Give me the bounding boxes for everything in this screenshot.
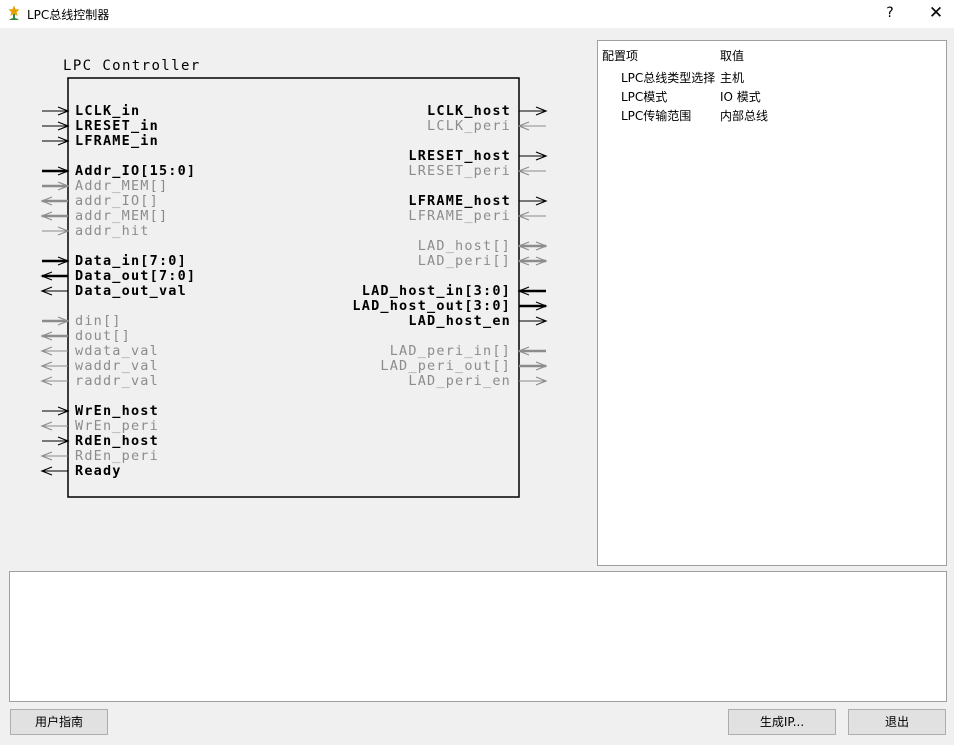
port-label: Addr_MEM[] [75, 178, 168, 194]
port-label: RdEn_host [75, 433, 159, 449]
port-label: Data_out[7:0] [75, 268, 196, 284]
port-label: LAD_peri_in[] [390, 343, 511, 359]
exit-button[interactable]: 退出 [848, 709, 946, 735]
property-value[interactable]: 内部总线 [720, 107, 768, 124]
port-addr-mem: Addr_MEM[] [42, 178, 168, 194]
port-label: wdata_val [75, 343, 159, 359]
port-raddr-val: raddr_val [40, 373, 159, 389]
port-lreset-host: LRESET_host [408, 148, 548, 164]
lpc-controller-diagram: LPC Controller LCLK_inLRESET_inLFRAME_in… [40, 58, 548, 498]
port-addr-io: Addr_IO[15:0] [42, 163, 196, 179]
port-lad-peri-out: LAD_peri_out[] [380, 358, 548, 374]
port-addr-hit: addr_hit [42, 223, 150, 239]
port-lad-peri: LAD_peri[] [418, 253, 548, 269]
port-label: LAD_host_en [408, 313, 511, 329]
port-label: waddr_val [75, 358, 159, 374]
port-label: Addr_IO[15:0] [75, 163, 196, 179]
port-label: LFRAME_peri [408, 208, 511, 224]
port-label: din[] [75, 313, 122, 329]
property-panel: 配置项 取值 LPC总线类型选择 主机 LPC模式 IO 模式 LPC传输范围 … [597, 40, 947, 566]
port-lad-peri-in: LAD_peri_in[] [390, 343, 546, 359]
port-label: LFRAME_in [75, 133, 159, 149]
port-lad-host-en: LAD_host_en [408, 313, 548, 329]
port-data-out-val: Data_out_val [40, 283, 187, 299]
port-lclk-host: LCLK_host [427, 103, 548, 119]
property-row[interactable]: LPC传输范围 内部总线 [598, 107, 946, 126]
port-label: LRESET_host [408, 148, 511, 164]
property-key: LPC模式 [621, 90, 668, 104]
property-header-value: 取值 [720, 49, 745, 63]
port-label: addr_MEM[] [75, 208, 168, 224]
port-label: Data_out_val [75, 283, 187, 299]
port-lclk-in: LCLK_in [42, 103, 140, 119]
port-label: RdEn_peri [75, 448, 159, 464]
right-ports: LCLK_hostLCLK_peri LRESET_hostLRESET_peri… [352, 103, 548, 389]
port-label: raddr_val [75, 373, 159, 389]
port-dout: dout[] [40, 328, 131, 344]
port-wren-peri: WrEn_peri [40, 418, 159, 434]
block-title: LPC Controller [63, 58, 201, 74]
port-addr-io: addr_IO[] [40, 193, 159, 209]
window-title: LPC总线控制器 [27, 8, 110, 22]
port-label: LAD_host[] [418, 238, 511, 254]
port-lad-host: LAD_host[] [418, 238, 548, 254]
port-rden-peri: RdEn_peri [40, 448, 159, 464]
port-label: LAD_peri_en [408, 373, 511, 389]
port-rden-host: RdEn_host [42, 433, 159, 449]
property-key: LPC总线类型选择 [621, 71, 716, 85]
port-label: WrEn_host [75, 403, 159, 419]
port-label: addr_IO[] [75, 193, 159, 209]
left-ports: LCLK_inLRESET_inLFRAME_in Addr_IO[15:0]Ad… [40, 103, 196, 479]
port-wdata-val: wdata_val [40, 343, 159, 359]
title-bar: LPC总线控制器 ? ✕ [0, 0, 954, 28]
port-label: Data_in[7:0] [75, 253, 187, 269]
port-lad-host-out: LAD_host_out[3:0] [352, 298, 548, 314]
close-button[interactable]: ✕ [922, 0, 950, 28]
port-lreset-in: LRESET_in [42, 118, 159, 134]
property-value[interactable]: 主机 [720, 69, 744, 86]
port-label: LCLK_peri [427, 118, 511, 134]
port-label: LRESET_peri [408, 163, 511, 179]
port-label: LCLK_host [427, 103, 511, 119]
port-lframe-host: LFRAME_host [408, 193, 548, 209]
log-output[interactable] [9, 571, 947, 702]
port-label: Ready [75, 463, 122, 479]
property-value[interactable]: IO 模式 [720, 88, 761, 105]
user-guide-button[interactable]: 用户指南 [10, 709, 108, 735]
generate-ip-button[interactable]: 生成IP... [728, 709, 836, 735]
port-label: addr_hit [75, 223, 150, 239]
port-label: dout[] [75, 328, 131, 344]
port-label: LAD_peri[] [418, 253, 511, 269]
port-lclk-peri: LCLK_peri [427, 118, 546, 134]
port-wren-host: WrEn_host [42, 403, 159, 419]
property-row[interactable]: LPC总线类型选择 主机 [598, 69, 946, 88]
port-label: LCLK_in [75, 103, 140, 119]
port-addr-mem: addr_MEM[] [40, 208, 168, 224]
port-lreset-peri: LRESET_peri [408, 163, 546, 179]
port-label: LAD_host_out[3:0] [352, 298, 511, 314]
port-lad-peri-en: LAD_peri_en [408, 373, 548, 389]
app-logo-icon [8, 5, 20, 20]
port-lframe-peri: LFRAME_peri [408, 208, 546, 224]
help-button[interactable]: ? [878, 0, 902, 28]
property-row[interactable]: LPC模式 IO 模式 [598, 88, 946, 107]
port-data-in: Data_in[7:0] [42, 253, 187, 269]
port-label: LAD_peri_out[] [380, 358, 511, 374]
port-data-out: Data_out[7:0] [40, 268, 196, 284]
port-waddr-val: waddr_val [40, 358, 159, 374]
port-label: LRESET_in [75, 118, 159, 134]
port-lframe-in: LFRAME_in [42, 133, 159, 149]
port-ready: Ready [40, 463, 122, 479]
port-label: LFRAME_host [408, 193, 511, 209]
port-label: LAD_host_in[3:0] [362, 283, 511, 299]
property-key: LPC传输范围 [621, 109, 692, 123]
port-din: din[] [42, 313, 122, 329]
property-header-key: 配置项 [602, 49, 639, 63]
port-label: WrEn_peri [75, 418, 159, 434]
